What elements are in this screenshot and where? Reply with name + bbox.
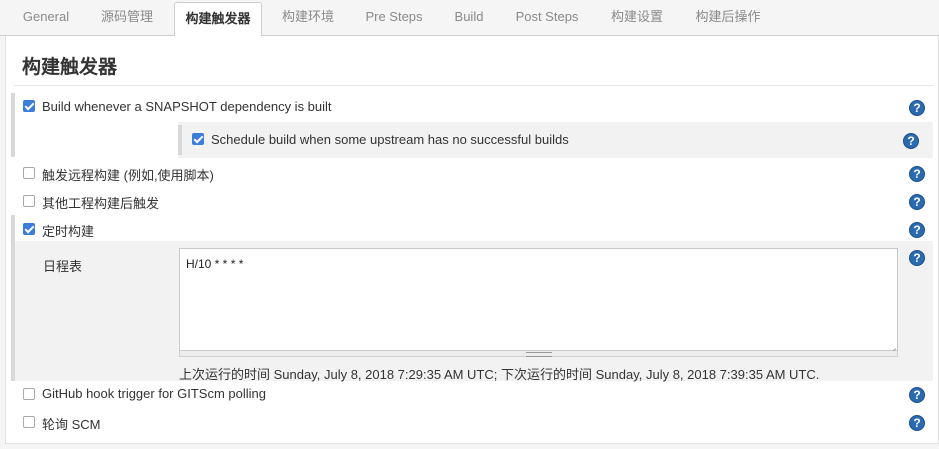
periodic-build-label: 定时构建 [42,224,95,239]
tab-build-environment[interactable]: 构建环境 [274,0,342,36]
help-icon[interactable]: ? [909,250,925,266]
upstream-no-success-label: Schedule build when some upstream has no… [211,132,569,147]
textarea-resize-bar[interactable] [179,351,898,357]
tab-build-settings[interactable]: 构建设置 [602,0,672,36]
upstream-no-success-checkbox[interactable] [192,133,204,145]
snapshot-dependency-checkbox[interactable] [23,100,35,112]
help-icon[interactable]: ? [909,387,925,403]
github-hook-checkbox[interactable] [23,388,35,400]
tab-build-triggers[interactable]: 构建触发器 [174,2,262,37]
tab-general[interactable]: General [14,0,78,36]
tab-post-steps[interactable]: Post Steps [506,0,588,36]
tab-bar: General 源码管理 构建触发器 构建环境 Pre Steps Build … [0,0,939,37]
help-icon[interactable]: ? [909,415,925,431]
help-icon[interactable]: ? [909,222,925,238]
option-group-bar [11,93,15,157]
after-other-projects-checkbox[interactable] [23,195,35,207]
resize-grip[interactable] [888,341,896,349]
nested-option-bar [178,125,182,155]
after-other-projects-label: 其他工程构建后触发 [42,196,160,211]
poll-scm-checkbox[interactable] [23,416,35,428]
help-icon[interactable]: ? [903,133,919,149]
section-divider [14,85,933,86]
tab-source-control[interactable]: 源码管理 [92,0,162,36]
remote-trigger-checkbox[interactable] [23,167,35,179]
periodic-build-checkbox[interactable] [23,223,35,235]
tab-pre-steps[interactable]: Pre Steps [356,0,432,36]
help-icon[interactable]: ? [909,166,925,182]
poll-scm-label: 轮询 SCM [42,417,101,432]
schedule-label: 日程表 [43,259,83,274]
section-title: 构建触发器 [22,57,118,78]
option-group-bar [11,215,15,381]
help-icon[interactable]: ? [909,194,925,210]
tab-build[interactable]: Build [444,0,494,36]
schedule-value: H/10 * * * * [186,257,244,271]
schedule-textarea[interactable]: H/10 * * * * [179,248,898,351]
snapshot-dependency-label: Build whenever a SNAPSHOT dependency is … [42,99,332,114]
help-icon[interactable]: ? [909,100,925,116]
github-hook-label: GitHub hook trigger for GITScm polling [42,386,266,401]
schedule-run-info: 上次运行的时间 Sunday, July 8, 2018 7:29:35 AM … [179,367,820,382]
tab-post-build-actions[interactable]: 构建后操作 [686,0,770,36]
remote-trigger-label: 触发远程构建 (例如,使用脚本) [42,168,214,183]
